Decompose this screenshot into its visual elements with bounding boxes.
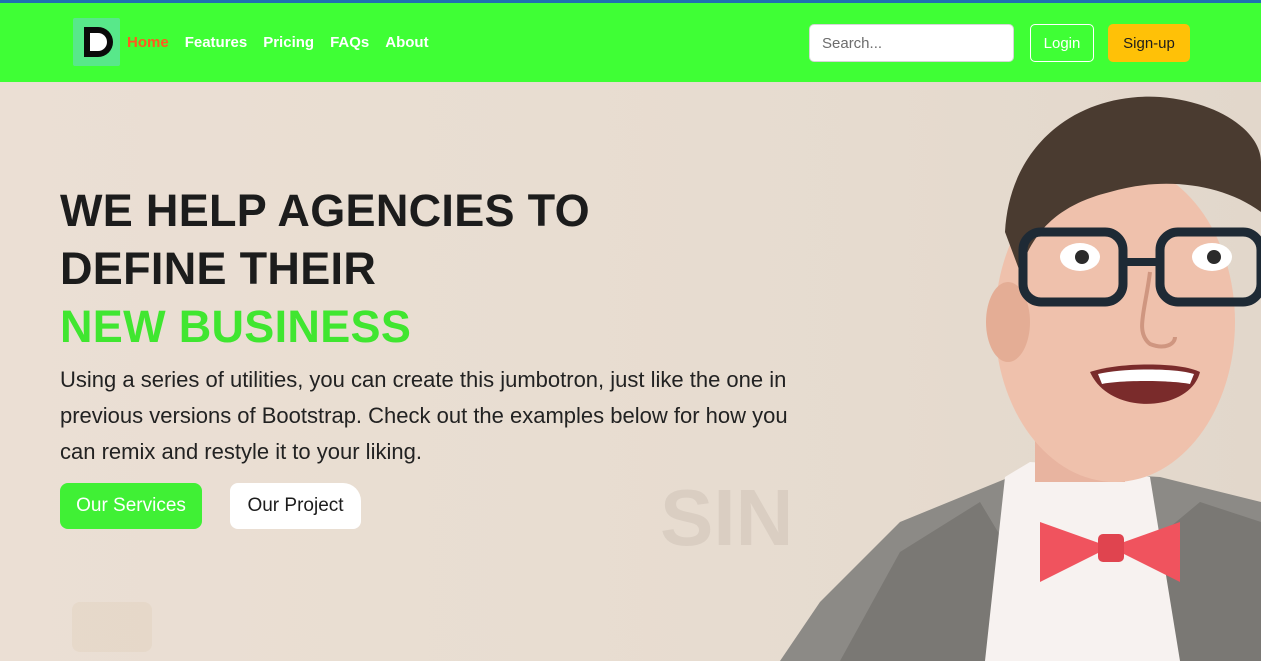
hero-title-line1: WE HELP AGENCIES TO [60, 185, 590, 236]
logo[interactable] [73, 18, 120, 66]
navbar: Home Features Pricing FAQs About Login S… [0, 3, 1261, 82]
background-decoration: SIN [660, 473, 794, 562]
hero-title-accent: NEW BUSINESS [60, 301, 412, 352]
nav-link-features[interactable]: Features [185, 34, 248, 51]
search-input[interactable] [809, 24, 1014, 62]
hero-person-image [780, 96, 1261, 661]
signup-button[interactable]: Sign-up [1108, 24, 1190, 62]
our-project-button[interactable]: Our Project [230, 483, 361, 529]
logo-icon [84, 27, 113, 57]
nav-link-pricing[interactable]: Pricing [263, 34, 314, 51]
our-services-button[interactable]: Our Services [60, 483, 202, 529]
hero-description: Using a series of utilities, you can cre… [60, 367, 788, 464]
nav-link-home[interactable]: Home [127, 34, 169, 51]
background-decoration [72, 602, 152, 652]
hero-title: WE HELP AGENCIES TO DEFINE THEIR NEW BUS… [60, 182, 590, 356]
login-button[interactable]: Login [1030, 24, 1094, 62]
nav-link-about[interactable]: About [385, 34, 428, 51]
nav-link-faqs[interactable]: FAQs [330, 34, 369, 51]
nav-links: Home Features Pricing FAQs About [127, 34, 429, 51]
hero-title-line2: DEFINE THEIR [60, 243, 377, 294]
hero-section: SIN WE HELP AGENCIES TO DEFINE THEIR NEW… [0, 82, 1261, 661]
